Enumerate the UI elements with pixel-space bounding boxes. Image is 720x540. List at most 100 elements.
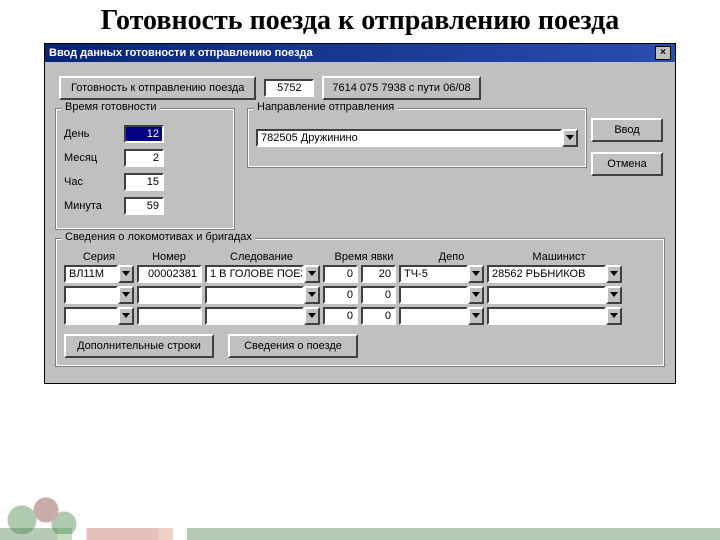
ready-time-legend: Время готовности — [62, 101, 160, 113]
depot-combo[interactable] — [399, 286, 484, 304]
hour-label: Час — [64, 176, 124, 188]
decor-strip — [0, 528, 720, 540]
chevron-down-icon — [308, 313, 316, 318]
loco-legend: Сведения о локомотивах и бригадах — [62, 231, 255, 243]
series-combo[interactable] — [64, 307, 134, 325]
t2-field[interactable]: 0 — [361, 307, 396, 325]
follow-combo[interactable] — [205, 307, 320, 325]
ready-time-group: Время готовности День 12 Месяц 2 Час 15 … — [55, 108, 235, 230]
chevron-down-icon — [472, 292, 480, 297]
series-combo[interactable]: ВЛ11М — [64, 265, 134, 283]
month-label: Месяц — [64, 152, 124, 164]
route-text: 7614 075 7938 с пути 06/08 — [332, 82, 470, 94]
decor-leaves — [0, 490, 90, 534]
series-field — [64, 286, 118, 304]
col-follow: Следование — [204, 249, 319, 265]
t1-field[interactable]: 0 — [323, 265, 358, 283]
train-info-button[interactable]: Сведения о поезде — [228, 334, 358, 358]
series-field — [64, 307, 118, 325]
depot-field — [399, 286, 468, 304]
follow-combo[interactable]: 1 В ГОЛОВЕ ПОЕЗ — [205, 265, 320, 283]
dialog-window: Ввод данных готовности к отправлению пое… — [44, 43, 676, 384]
t2-field[interactable]: 0 — [361, 286, 396, 304]
driver-combo[interactable] — [487, 286, 622, 304]
series-field: ВЛ11М — [64, 265, 118, 283]
chevron-down-icon — [566, 135, 574, 140]
day-field[interactable]: 12 — [124, 125, 164, 143]
depot-drop[interactable] — [468, 265, 484, 283]
chevron-down-icon — [610, 313, 618, 318]
client-area: Готовность к отправлению поезда 5752 761… — [45, 62, 675, 383]
chevron-down-icon — [472, 271, 480, 276]
col-series: Серия — [64, 249, 134, 265]
minute-field[interactable]: 59 — [124, 197, 164, 215]
driver-field — [487, 286, 606, 304]
series-drop[interactable] — [118, 307, 134, 325]
day-label: День — [64, 128, 124, 140]
titlebar: Ввод данных готовности к отправлению пое… — [45, 44, 675, 62]
t1-field[interactable]: 0 — [323, 286, 358, 304]
driver-combo[interactable] — [487, 307, 622, 325]
minute-label: Минута — [64, 200, 124, 212]
series-drop[interactable] — [118, 286, 134, 304]
chevron-down-icon — [610, 271, 618, 276]
follow-field — [205, 307, 304, 325]
chevron-down-icon — [308, 292, 316, 297]
month-field[interactable]: 2 — [124, 149, 164, 167]
driver-combo[interactable]: 28562 РЬБНИКОВ — [487, 265, 622, 283]
chevron-down-icon — [472, 313, 480, 318]
number-field[interactable]: 00002381 — [137, 265, 202, 283]
close-button[interactable]: × — [655, 46, 671, 60]
enter-button[interactable]: Ввод — [591, 118, 663, 142]
train-number-field[interactable]: 5752 — [264, 79, 314, 97]
follow-combo[interactable] — [205, 286, 320, 304]
table-row: ВЛ11М 00002381 1 В ГОЛОВЕ ПОЕЗ 0 20 ТЧ-5… — [64, 265, 656, 286]
depot-drop[interactable] — [468, 307, 484, 325]
col-depot: Депо — [409, 249, 494, 265]
cancel-button[interactable]: Отмена — [591, 152, 663, 176]
loco-header: Серия Номер Следование Время явки Депо М… — [64, 249, 656, 265]
chevron-down-icon — [122, 292, 130, 297]
slide-title: Готовность поезда к отправлению поезда — [0, 0, 720, 39]
close-icon: × — [660, 47, 666, 58]
chevron-down-icon — [122, 313, 130, 318]
follow-drop[interactable] — [304, 286, 320, 304]
number-field[interactable] — [137, 286, 202, 304]
direction-drop[interactable] — [562, 129, 578, 147]
depot-drop[interactable] — [468, 286, 484, 304]
col-driver: Машинист — [494, 249, 624, 265]
hour-field[interactable]: 15 — [124, 173, 164, 191]
follow-field: 1 В ГОЛОВЕ ПОЕЗ — [205, 265, 304, 283]
driver-field: 28562 РЬБНИКОВ — [487, 265, 606, 283]
chevron-down-icon — [122, 271, 130, 276]
depot-field — [399, 307, 468, 325]
depot-combo[interactable] — [399, 307, 484, 325]
chevron-down-icon — [308, 271, 316, 276]
direction-combo[interactable]: 782505 Дружинино — [256, 129, 578, 147]
follow-drop[interactable] — [304, 307, 320, 325]
window-title: Ввод данных готовности к отправлению пое… — [49, 47, 313, 59]
depot-combo[interactable]: ТЧ-5 — [399, 265, 484, 283]
extra-rows-button[interactable]: Дополнительные строки — [64, 334, 214, 358]
series-combo[interactable] — [64, 286, 134, 304]
series-drop[interactable] — [118, 265, 134, 283]
direction-group: Направление отправления 782505 Дружинино — [247, 108, 587, 168]
t2-field[interactable]: 20 — [361, 265, 396, 283]
direction-legend: Направление отправления — [254, 101, 397, 113]
t1-field[interactable]: 0 — [323, 307, 358, 325]
number-field[interactable] — [137, 307, 202, 325]
table-row: 0 0 — [64, 286, 656, 307]
direction-value: 782505 Дружинино — [256, 129, 562, 147]
route-panel: 7614 075 7938 с пути 06/08 — [322, 76, 480, 100]
follow-drop[interactable] — [304, 265, 320, 283]
chevron-down-icon — [610, 292, 618, 297]
driver-drop[interactable] — [606, 265, 622, 283]
follow-field — [205, 286, 304, 304]
readiness-label: Готовность к отправлению поезда — [71, 82, 244, 94]
driver-drop[interactable] — [606, 286, 622, 304]
table-row: 0 0 — [64, 307, 656, 328]
driver-field — [487, 307, 606, 325]
readiness-panel: Готовность к отправлению поезда — [59, 76, 256, 100]
driver-drop[interactable] — [606, 307, 622, 325]
col-arrive: Время явки — [319, 249, 409, 265]
